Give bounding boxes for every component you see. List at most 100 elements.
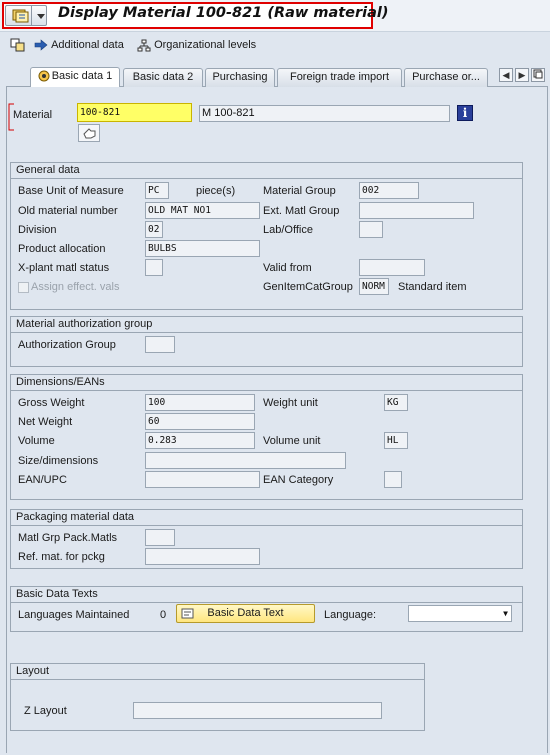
valid-from-label: Valid from — [263, 262, 312, 274]
menu-separator — [31, 6, 32, 25]
gross-weight-label: Gross Weight — [18, 397, 85, 409]
authorization-group-label: Authorization Group — [18, 339, 116, 351]
ean-category-field[interactable] — [384, 471, 402, 488]
base-uom-label: Base Unit of Measure — [18, 185, 124, 197]
language-select[interactable]: ▼ — [408, 605, 512, 622]
old-material-label: Old material number — [18, 205, 118, 217]
org-hierarchy-icon — [137, 39, 151, 52]
product-allocation-label: Product allocation — [18, 243, 106, 255]
weight-unit-label: Weight unit — [263, 397, 318, 409]
layout-group: Layout — [10, 663, 425, 731]
gen-item-cat-field[interactable]: NORM — [359, 278, 389, 295]
volume-label: Volume — [18, 435, 55, 447]
triangle-right-icon: ▶ — [518, 70, 526, 80]
organizational-levels-button[interactable]: Organizational levels — [137, 36, 256, 54]
material-description-field[interactable]: M 100-821 — [199, 105, 450, 122]
window-menu-icon — [12, 9, 29, 23]
triangle-left-icon: ◀ — [502, 70, 510, 80]
gen-item-cat-label: GenItemCatGroup — [263, 281, 353, 293]
material-help-button[interactable] — [78, 124, 100, 142]
net-weight-field[interactable]: 60 — [145, 413, 255, 430]
valid-from-field[interactable] — [359, 259, 425, 276]
volume-unit-label: Volume unit — [263, 435, 321, 447]
tab-label: Purchasing — [212, 71, 268, 83]
group-title: Basic Data Texts — [11, 587, 522, 603]
size-dimensions-field[interactable] — [145, 452, 346, 469]
tab-basic-data-1[interactable]: Basic data 1 — [30, 67, 120, 87]
tab-status-icon — [38, 70, 50, 82]
xplant-status-field[interactable] — [145, 259, 163, 276]
material-group-label: Material Group — [263, 185, 336, 197]
gross-weight-field[interactable]: 100 — [145, 394, 255, 411]
volume-unit-field[interactable]: HL — [384, 432, 408, 449]
z-layout-label: Z Layout — [24, 705, 67, 717]
ean-category-label: EAN Category — [263, 474, 334, 486]
tab-basic-data-2[interactable]: Basic data 2 — [123, 68, 203, 87]
group-title: Layout — [11, 664, 424, 680]
info-button[interactable]: i — [457, 105, 473, 121]
tab-label: Basic data 1 — [51, 70, 113, 82]
system-menu-button[interactable] — [5, 5, 47, 26]
matl-grp-pack-field[interactable] — [145, 529, 175, 546]
chevron-down-icon: ▼ — [503, 609, 508, 618]
group-title: Material authorization group — [11, 317, 522, 333]
gen-item-cat-text: Standard item — [398, 281, 467, 293]
info-icon: i — [462, 106, 468, 120]
tab-scroll-right-button[interactable]: ▶ — [515, 68, 529, 82]
languages-maintained-label: Languages Maintained — [18, 609, 130, 621]
z-layout-field[interactable] — [133, 702, 382, 719]
chevron-down-icon — [37, 14, 45, 19]
ean-upc-label: EAN/UPC — [18, 474, 67, 486]
net-weight-label: Net Weight — [18, 416, 73, 428]
product-allocation-field[interactable]: BULBS — [145, 240, 260, 257]
tab-label: Purchase or... — [412, 71, 480, 83]
assign-effect-label: Assign effect. vals — [31, 281, 120, 293]
division-field[interactable]: 02 — [145, 221, 163, 238]
material-group-field[interactable]: 002 — [359, 182, 419, 199]
base-uom-text: piece(s) — [196, 185, 236, 197]
volume-field[interactable]: 0.283 — [145, 432, 255, 449]
tab-foreign-trade-import[interactable]: Foreign trade import — [277, 68, 402, 87]
edit-text-icon — [181, 608, 194, 619]
authorization-group-field[interactable] — [145, 336, 175, 353]
tab-scroll-left-button[interactable]: ◀ — [499, 68, 513, 82]
ref-mat-pckg-label: Ref. mat. for pckg — [18, 551, 105, 563]
lab-office-field[interactable] — [359, 221, 383, 238]
tab-label: Basic data 2 — [132, 71, 194, 83]
ext-matl-group-field[interactable] — [359, 202, 474, 219]
group-title: Dimensions/EANs — [11, 375, 522, 391]
assign-effect-checkbox[interactable] — [18, 282, 29, 293]
weight-unit-field[interactable]: KG — [384, 394, 408, 411]
group-title: Packaging material data — [11, 510, 522, 526]
additional-data-label: Additional data — [51, 39, 124, 52]
division-label: Division — [18, 224, 57, 236]
ref-mat-pckg-field[interactable] — [145, 548, 260, 565]
size-dimensions-label: Size/dimensions — [18, 455, 99, 467]
matl-grp-pack-label: Matl Grp Pack.Matls — [18, 532, 118, 544]
page-title: Display Material 100-821 (Raw material) — [58, 5, 389, 21]
base-uom-field[interactable]: PC — [145, 182, 169, 199]
tab-label: Foreign trade import — [289, 71, 390, 83]
switch-views-icon — [10, 38, 25, 52]
lab-office-label: Lab/Office — [263, 224, 313, 236]
additional-data-button[interactable]: Additional data — [34, 36, 124, 54]
old-material-field[interactable]: OLD MAT NO1 — [145, 202, 260, 219]
basic-data-text-label: Basic Data Text — [207, 607, 284, 619]
material-label: Material — [13, 109, 53, 121]
basic-data-text-button[interactable]: Basic Data Text — [176, 604, 315, 623]
tab-purchase-order[interactable]: Purchase or... — [404, 68, 488, 87]
ext-matl-group-label: Ext. Matl Group — [263, 205, 340, 217]
arrow-right-icon — [34, 39, 48, 51]
tab-purchasing[interactable]: Purchasing — [205, 68, 275, 87]
xplant-status-label: X-plant matl status — [18, 262, 110, 274]
material-number-field[interactable]: 100-821 — [77, 103, 192, 122]
group-title: General data — [11, 163, 522, 179]
languages-count: 0 — [160, 609, 167, 621]
pointer-hand-icon — [83, 128, 96, 139]
tab-list-button[interactable] — [531, 68, 545, 82]
language-label: Language: — [324, 609, 376, 621]
ean-upc-field[interactable] — [145, 471, 260, 488]
additional-data-button-icon-wrap[interactable] — [10, 36, 26, 54]
organizational-levels-label: Organizational levels — [154, 39, 257, 52]
tab-list-icon — [533, 69, 543, 79]
